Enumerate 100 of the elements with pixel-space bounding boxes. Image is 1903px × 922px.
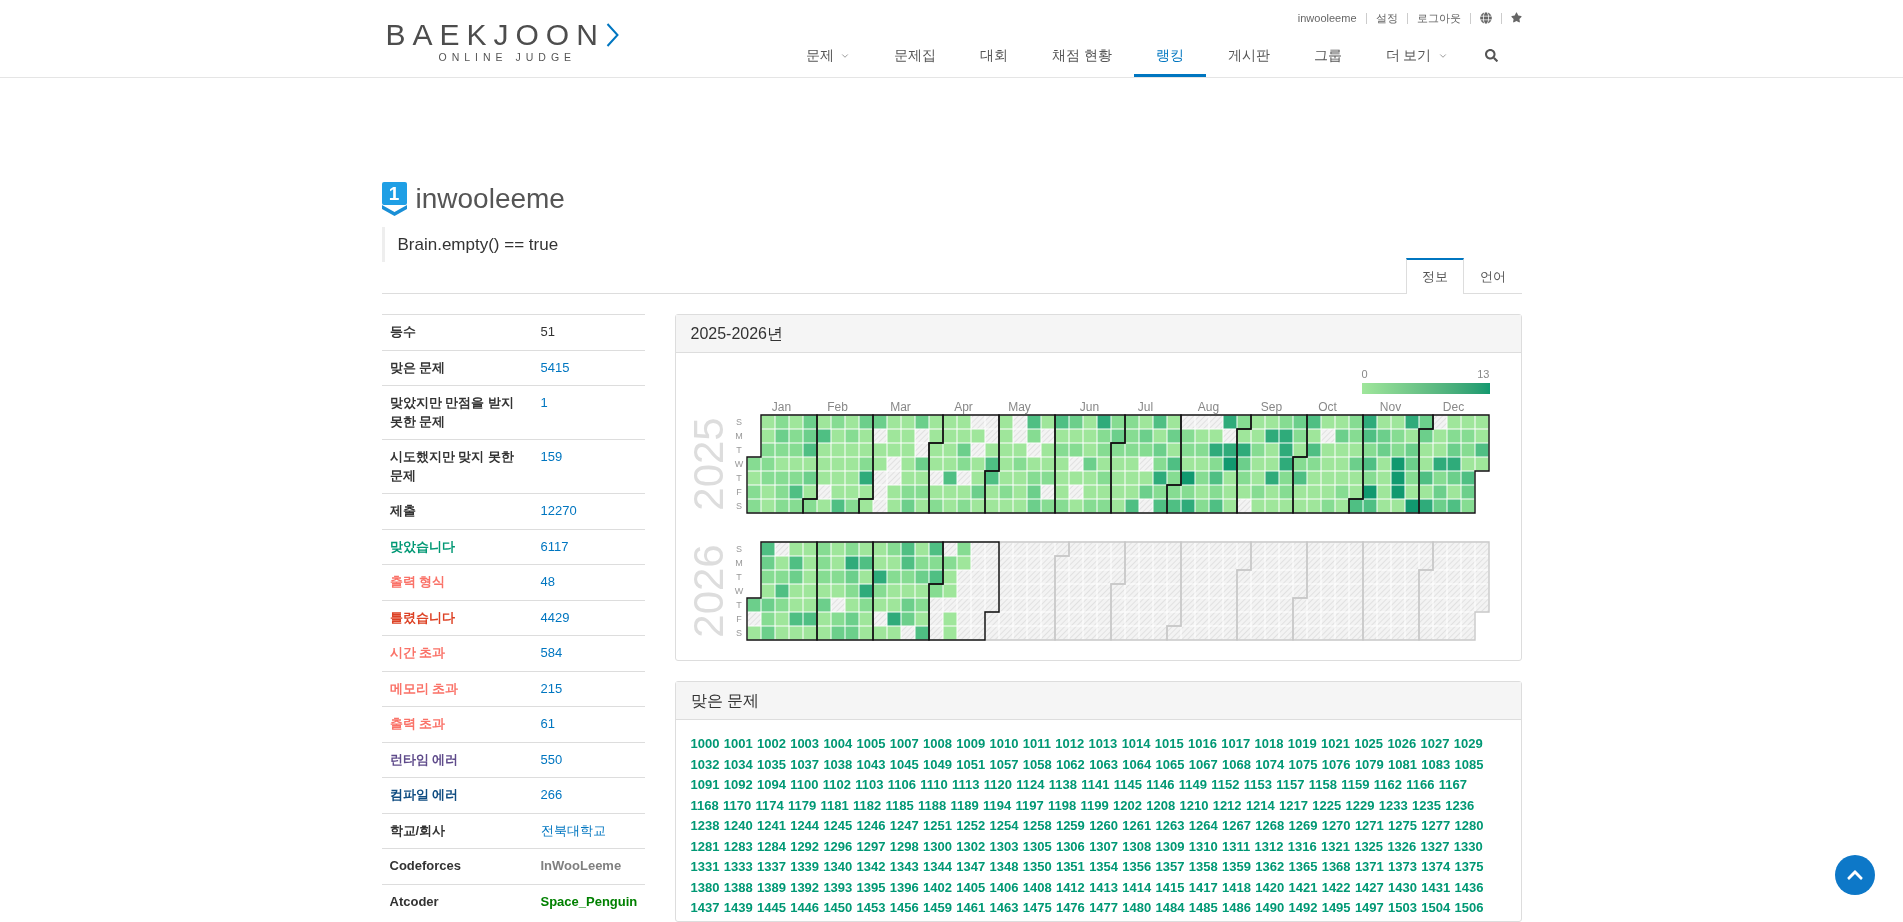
stat-link[interactable]: 12270 [540,503,577,518]
problem-link[interactable]: 1188 [918,795,947,816]
problem-link[interactable]: 1260 [1089,816,1119,837]
problem-link[interactable]: 1238 [690,816,720,837]
problem-link[interactable]: 1062 [1055,754,1085,775]
problem-link[interactable]: 1312 [1254,836,1284,857]
problem-link[interactable]: 1032 [690,754,720,775]
problem-link[interactable]: 1064 [1122,754,1152,775]
problem-link[interactable]: 1307 [1089,836,1119,857]
tab[interactable]: 언어 [1463,258,1522,294]
problem-link[interactable]: 1506 [1454,898,1484,919]
problem-link[interactable]: 1281 [690,836,720,857]
problem-link[interactable]: 1308 [1122,836,1152,857]
problem-link[interactable]: 1045 [889,754,919,775]
problem-link[interactable]: 1326 [1387,836,1417,857]
problem-link[interactable]: 1375 [1454,857,1484,878]
problem-link[interactable]: 1408 [1022,877,1052,898]
handle-link[interactable]: Space_Penguin [540,893,638,909]
problem-link[interactable]: 1075 [1288,754,1318,775]
problem-link[interactable]: 1010 [989,734,1019,755]
problem-link[interactable]: 1485 [1188,898,1218,919]
problem-link[interactable]: 1357 [1155,857,1185,878]
problem-link[interactable]: 1011 [1022,734,1051,755]
problem-link[interactable]: 1427 [1354,877,1384,898]
problem-link[interactable]: 1038 [823,754,853,775]
problem-link[interactable]: 1316 [1287,836,1317,857]
problem-link[interactable]: 1431 [1421,877,1451,898]
problem-link[interactable]: 1007 [889,734,919,755]
stat-link[interactable]: 6117 [540,538,569,554]
problem-link[interactable]: 1016 [1188,734,1217,755]
problem-link[interactable]: 1296 [823,836,853,857]
problem-link[interactable]: 1158 [1308,775,1337,796]
problem-link[interactable]: 1343 [889,857,919,878]
problem-link[interactable]: 1189 [950,795,979,816]
problem-link[interactable]: 1422 [1321,877,1351,898]
top-link[interactable]: 로그아웃 [1416,11,1461,25]
problem-link[interactable]: 1283 [723,836,753,857]
problem-link[interactable]: 1348 [989,857,1019,878]
tab[interactable]: 정보 [1405,258,1464,294]
nav-link[interactable]: 게시판 [1205,37,1292,77]
problem-link[interactable]: 1013 [1088,734,1118,755]
stat-link[interactable]: 61 [540,716,555,731]
problem-link[interactable]: 1012 [1055,734,1085,755]
problem-link[interactable]: 1009 [956,734,986,755]
problem-link[interactable]: 1076 [1321,754,1351,775]
problem-link[interactable]: 1217 [1279,795,1308,816]
problem-link[interactable]: 1484 [1155,898,1185,919]
problem-link[interactable]: 1477 [1089,898,1119,919]
top-link[interactable]: inwooleeme [1297,11,1357,25]
problem-link[interactable]: 1170 [723,795,752,816]
problem-link[interactable]: 1103 [855,775,884,796]
problem-link[interactable]: 1503 [1388,898,1417,919]
problem-link[interactable]: 1210 [1179,795,1209,816]
problem-link[interactable]: 1225 [1312,795,1342,816]
problem-link[interactable]: 1168 [690,795,719,816]
problem-link[interactable]: 1280 [1454,816,1484,837]
problem-link[interactable]: 1014 [1121,734,1151,755]
problem-link[interactable]: 1236 [1445,795,1475,816]
problem-link[interactable]: 1001 [723,734,753,755]
problem-link[interactable]: 1029 [1453,734,1483,755]
problem-link[interactable]: 1244 [790,816,820,837]
problem-link[interactable]: 1459 [923,898,952,919]
problem-link[interactable]: 1302 [956,836,986,857]
problem-link[interactable]: 1402 [923,877,952,898]
stat-link[interactable]: 48 [540,574,555,589]
problem-link[interactable]: 1396 [889,877,919,898]
problem-link[interactable]: 1475 [1022,898,1052,919]
problem-link[interactable]: 1258 [1022,816,1052,837]
scroll-to-top-button[interactable] [1835,855,1875,895]
problem-link[interactable]: 1413 [1089,877,1119,898]
problem-link[interactable]: 1284 [756,836,786,857]
problem-link[interactable]: 1182 [853,795,882,816]
problem-link[interactable]: 1415 [1155,877,1185,898]
problem-link[interactable]: 1453 [856,898,886,919]
problem-link[interactable]: 1358 [1188,857,1218,878]
problem-link[interactable]: 1162 [1373,775,1402,796]
stat-link[interactable]: 5415 [540,359,570,375]
problem-link[interactable]: 1439 [723,898,753,919]
problem-link[interactable]: 1414 [1122,877,1152,898]
problem-link[interactable]: 1380 [690,877,720,898]
handle-link[interactable]: InWooLeeme [540,858,622,873]
problem-link[interactable]: 1092 [723,775,753,796]
problem-link[interactable]: 1157 [1276,775,1305,796]
problem-link[interactable]: 1268 [1255,816,1285,837]
problem-link[interactable]: 1368 [1321,857,1351,878]
problem-link[interactable]: 1292 [790,836,820,857]
problem-link[interactable]: 1356 [1122,857,1152,878]
problem-link[interactable]: 1445 [756,898,786,919]
problem-link[interactable]: 1497 [1354,898,1384,919]
problem-link[interactable]: 1270 [1321,816,1351,837]
problem-link[interactable]: 1275 [1388,816,1417,837]
problem-link[interactable]: 1085 [1454,754,1484,775]
problem-link[interactable]: 1412 [1055,877,1085,898]
problem-link[interactable]: 1074 [1255,754,1285,775]
problem-link[interactable]: 1167 [1438,775,1467,796]
problem-link[interactable]: 1374 [1421,857,1451,878]
problem-link[interactable]: 1325 [1354,836,1384,857]
problem-link[interactable]: 1181 [820,795,849,816]
problem-link[interactable]: 1026 [1387,734,1417,755]
problem-link[interactable]: 1327 [1420,836,1450,857]
